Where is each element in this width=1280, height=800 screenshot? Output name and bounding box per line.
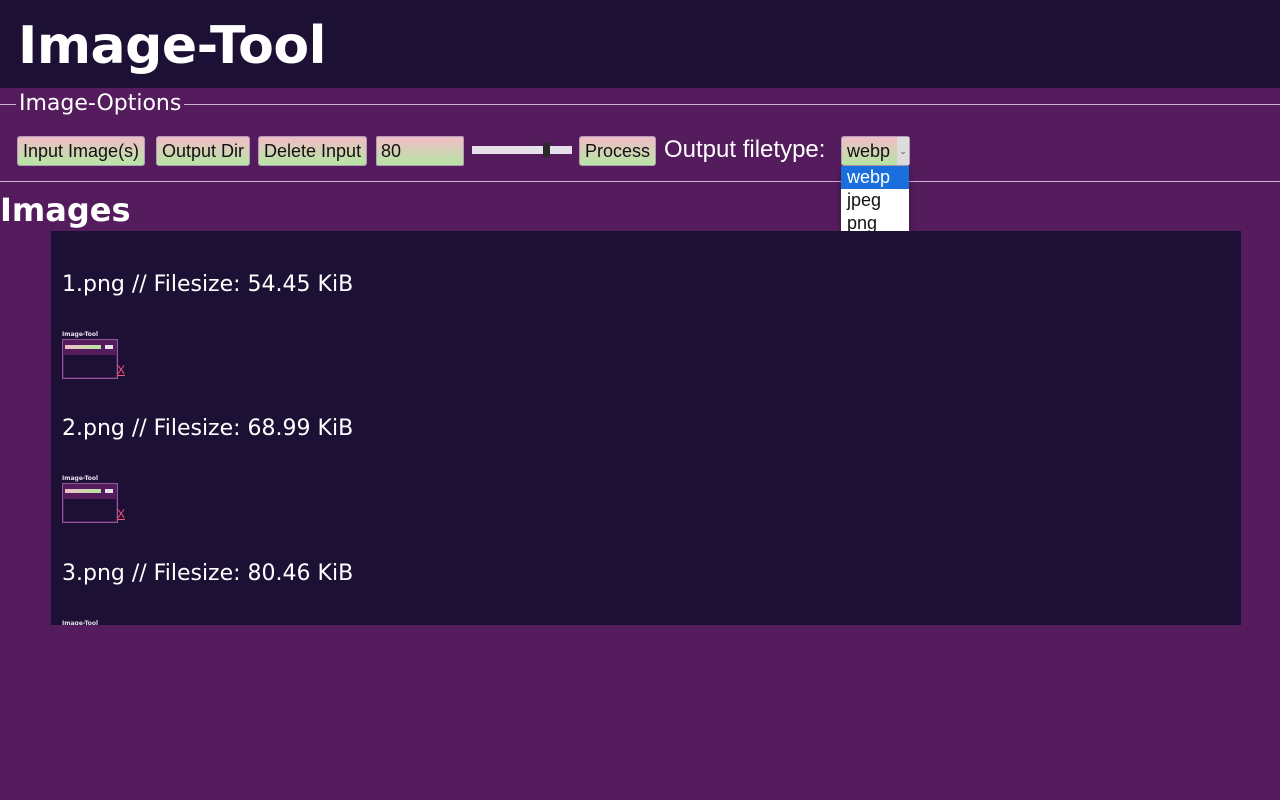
image-options-legend: Image-Options — [16, 91, 185, 117]
filetype-selected-value: webp — [847, 141, 891, 161]
list-item: 3.png // Filesize: 80.46 KiB Image-Tool … — [62, 560, 354, 625]
output-filetype-label: Output filetype: — [664, 136, 826, 163]
list-item: 1.png // Filesize: 54.45 KiB Image-Tool … — [62, 271, 354, 379]
image-title: 1.png // Filesize: 54.45 KiB — [62, 272, 354, 297]
input-images-button[interactable]: Input Image(s) — [17, 136, 146, 166]
image-options-fieldset: Image-Options Input Image(s) Output Dir … — [0, 91, 1280, 182]
app-header: Image-Tool — [0, 0, 1280, 88]
app-title: Image-Tool — [18, 16, 326, 76]
filetype-option-webp[interactable]: webp — [841, 166, 909, 189]
slider-thumb[interactable] — [543, 143, 550, 157]
thumbnail-caption: Image-Tool — [62, 331, 99, 338]
image-thumbnail: Image-Tool — [62, 475, 118, 523]
image-title: 2.png // Filesize: 68.99 KiB — [62, 416, 354, 441]
process-button[interactable]: Process — [579, 136, 657, 166]
quality-slider[interactable] — [472, 143, 572, 157]
thumbnail-caption: Image-Tool — [62, 620, 99, 625]
remove-image-link[interactable]: X — [117, 507, 125, 521]
quality-input[interactable]: 80 — [376, 136, 464, 166]
image-title: 3.png // Filesize: 80.46 KiB — [62, 561, 354, 586]
image-list[interactable]: 1.png // Filesize: 54.45 KiB Image-Tool … — [51, 231, 1241, 625]
output-filetype-select[interactable]: webp ⌄ — [841, 136, 910, 166]
slider-track — [472, 146, 572, 154]
image-thumbnail: Image-Tool — [62, 331, 118, 379]
remove-image-link[interactable]: X — [117, 363, 125, 377]
list-item: 2.png // Filesize: 68.99 KiB Image-Tool … — [62, 415, 354, 523]
filetype-dropdown-list: webp jpeg png — [841, 166, 909, 238]
filetype-option-jpeg[interactable]: jpeg — [841, 189, 909, 212]
image-thumbnail: Image-Tool — [62, 620, 118, 625]
chevron-down-icon: ⌄ — [897, 137, 909, 165]
delete-input-button[interactable]: Delete Input — [258, 136, 368, 166]
thumbnail-caption: Image-Tool — [62, 475, 99, 482]
images-heading: Images — [0, 191, 131, 229]
output-dir-button[interactable]: Output Dir — [156, 136, 251, 166]
